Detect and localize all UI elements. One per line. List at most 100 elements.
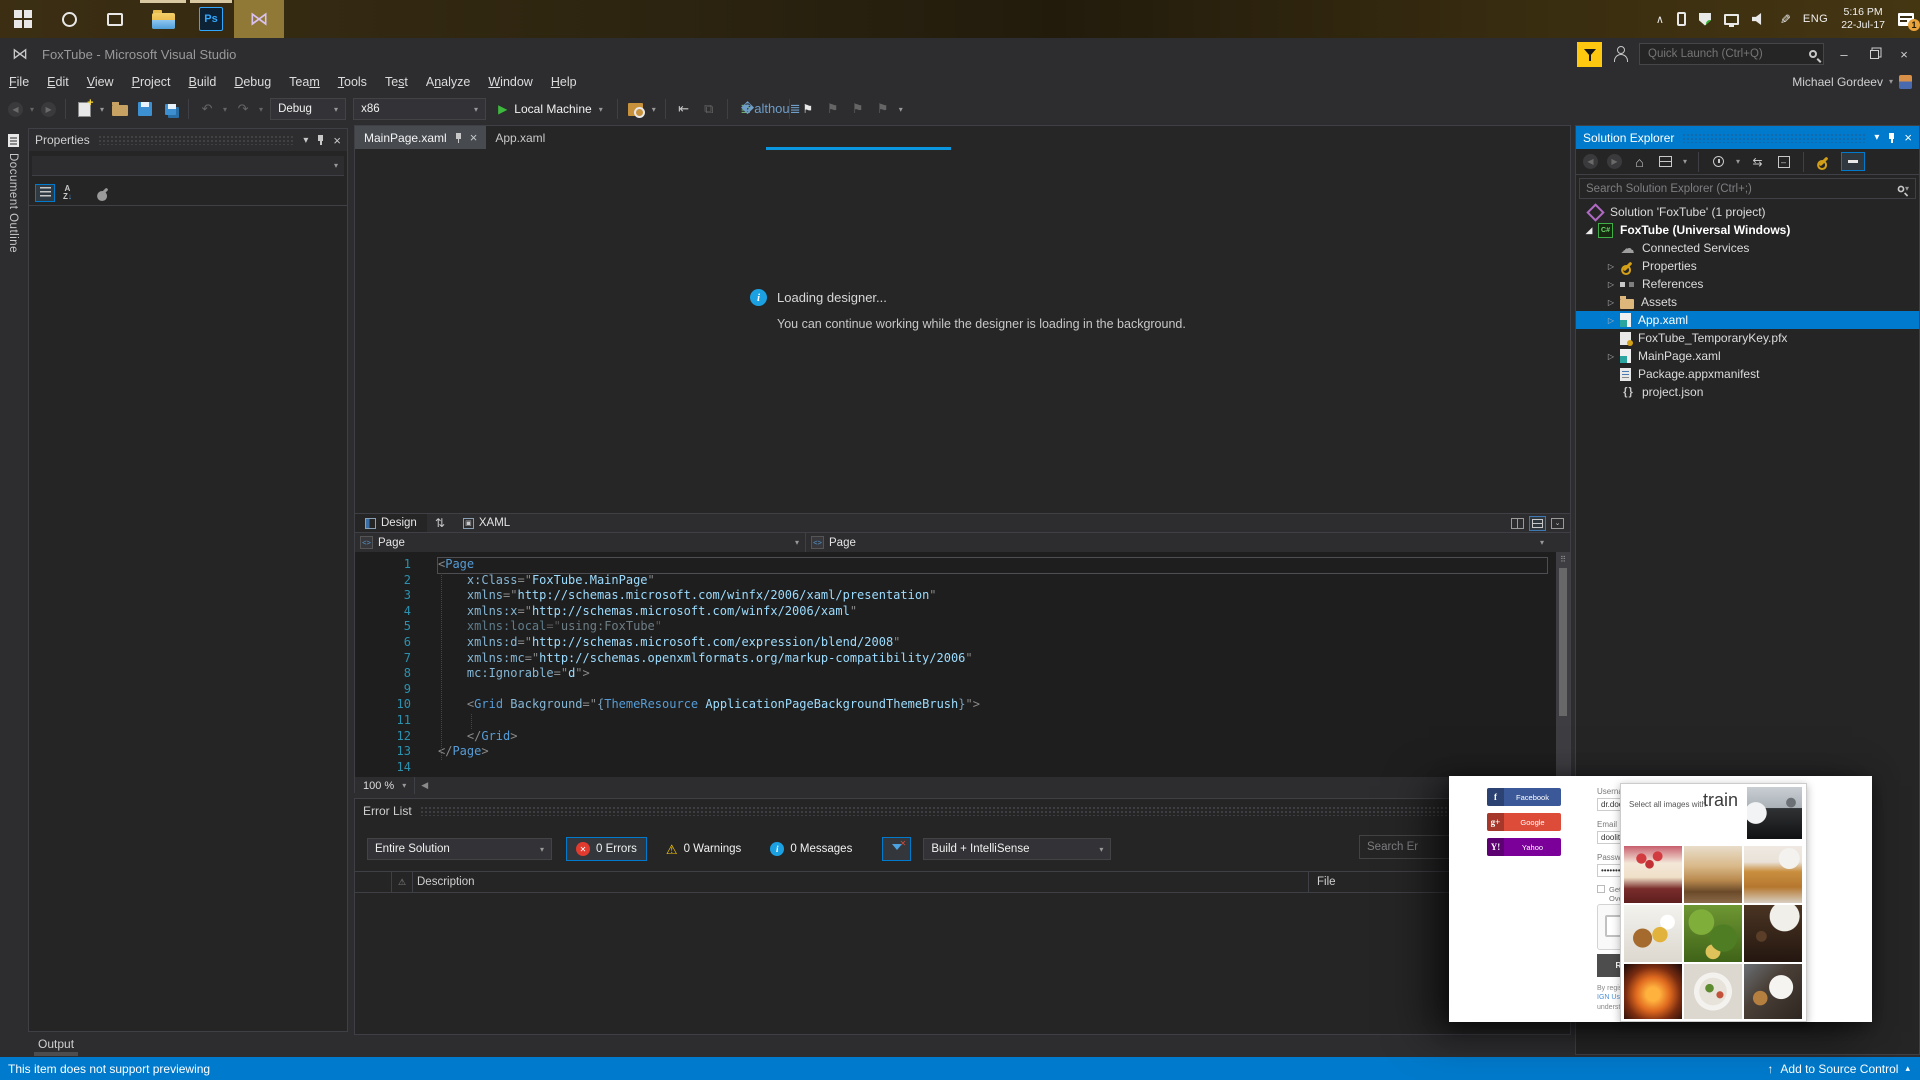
action-center-icon[interactable]: 1 — [1898, 12, 1920, 31]
tree-expander-icon[interactable]: ▷ — [1602, 316, 1620, 325]
menu-build[interactable]: Build — [180, 73, 226, 91]
yahoo-login-button[interactable]: Y! Yahoo — [1487, 838, 1561, 856]
tree-expander-icon[interactable]: ▷ — [1602, 262, 1620, 271]
task-view-button[interactable] — [92, 0, 138, 38]
undo-dropdown-icon[interactable]: ▾ — [223, 105, 227, 114]
property-pages-icon[interactable] — [98, 187, 109, 198]
tray-expand-icon[interactable]: ∧ — [1656, 13, 1664, 26]
captcha-image-vegetable-salad-bowl[interactable] — [1684, 964, 1742, 1019]
collapse-pane-icon[interactable]: ⌄ — [1551, 517, 1564, 529]
navigate-forward-button[interactable]: ▶ — [41, 101, 57, 117]
document-tab-mainpage.xaml[interactable]: MainPage.xaml × — [355, 126, 487, 149]
tree-expander-icon[interactable]: ◢ — [1580, 225, 1598, 236]
window-position-dropdown-icon[interactable]: ▾ — [1874, 132, 1879, 143]
display-icon[interactable] — [1723, 13, 1739, 27]
save-all-button[interactable] — [161, 100, 179, 118]
code-line[interactable]: 13 </Page> — [355, 744, 1570, 760]
menu-edit[interactable]: Edit — [38, 73, 78, 91]
tree-item-foxtube-universal-windows-[interactable]: ◢ FoxTube (Universal Windows) — [1576, 221, 1919, 239]
tree-expander-icon[interactable]: ▷ — [1602, 280, 1620, 289]
vertical-split-icon[interactable] — [1511, 517, 1524, 529]
menu-debug[interactable]: Debug — [225, 73, 280, 91]
code-line[interactable]: 5 xmlns:local="using:FoxTube" — [355, 619, 1570, 635]
pin-icon[interactable] — [316, 134, 325, 146]
scope-filter-combobox[interactable]: Entire Solution ▾ — [367, 838, 552, 860]
increase-indent-button[interactable]: �althou≣ — [741, 100, 801, 118]
tree-item-app-xaml[interactable]: ▷ App.xaml — [1576, 311, 1919, 329]
code-line[interactable]: 9 — [355, 682, 1570, 698]
tree-item-project-json[interactable]: project.json — [1576, 383, 1919, 401]
toolbar-overflow-icon[interactable]: ▾ — [899, 105, 903, 114]
tree-item-properties[interactable]: ▷ Properties — [1576, 257, 1919, 275]
menu-test[interactable]: Test — [376, 73, 417, 91]
tree-item-assets[interactable]: ▷ Assets — [1576, 293, 1919, 311]
swap-panes-icon[interactable]: ⇅ — [427, 516, 453, 530]
save-button[interactable] — [136, 100, 154, 118]
user-avatar[interactable] — [1899, 74, 1912, 89]
column-description[interactable]: Description — [413, 876, 1008, 888]
forward-button[interactable]: ▶ — [1607, 154, 1622, 169]
captcha-image-glowing-fruit-basket[interactable] — [1624, 964, 1682, 1019]
speaker-icon[interactable] — [1751, 13, 1762, 25]
tab-xaml[interactable]: ▣ XAML — [453, 514, 520, 532]
output-tab[interactable]: Output — [34, 1035, 79, 1056]
column-file[interactable]: File — [1309, 876, 1336, 888]
editor-vertical-scrollbar[interactable]: ⠿ — [1556, 552, 1570, 777]
alphabetical-sort-button[interactable]: A Z↓ — [63, 184, 72, 201]
new-dropdown-icon[interactable]: ▾ — [100, 105, 104, 114]
feedback-flag-button[interactable] — [1577, 41, 1602, 67]
menu-view[interactable]: View — [78, 73, 123, 91]
configuration-combobox[interactable]: Debug ▾ — [270, 98, 347, 120]
start-button[interactable] — [0, 0, 46, 38]
preview-selected-items-button[interactable] — [1841, 152, 1866, 171]
back-button[interactable]: ◀ — [1583, 154, 1598, 169]
tree-item-foxtube-temporarykey-pfx[interactable]: FoxTube_TemporaryKey.pfx — [1576, 329, 1919, 347]
find-in-files-button[interactable] — [627, 100, 646, 118]
close-button[interactable]: × — [1894, 47, 1914, 62]
cortana-button[interactable] — [46, 0, 92, 38]
redo-dropdown-icon[interactable]: ▾ — [259, 105, 263, 114]
previous-bookmark-button[interactable]: ⚑ — [824, 100, 842, 118]
security-shield-icon[interactable] — [1698, 12, 1711, 26]
captcha-image-coffee-beans[interactable] — [1744, 905, 1802, 962]
tree-expander-icon[interactable]: ▷ — [1602, 352, 1620, 361]
code-line[interactable]: 8 mc:Ignorable="d"> — [355, 666, 1570, 682]
restore-button[interactable] — [1864, 47, 1884, 62]
visual-studio-taskbar-button[interactable]: ⋈ — [234, 0, 284, 38]
document-outline-tab[interactable]: Document Outline — [0, 128, 26, 358]
tree-item-mainpage-xaml[interactable]: ▷ MainPage.xaml — [1576, 347, 1919, 365]
menu-project[interactable]: Project — [123, 73, 180, 91]
captcha-image-coffee-cup-with-cookie[interactable] — [1744, 964, 1802, 1019]
home-icon[interactable]: ⌂ — [1631, 153, 1648, 170]
code-line[interactable]: 4 xmlns:x="http://schemas.microsoft.com/… — [355, 604, 1570, 620]
code-line[interactable]: 3 xmlns="http://schemas.microsoft.com/wi… — [355, 588, 1570, 604]
captcha-image-bread-pudding[interactable] — [1684, 846, 1742, 903]
pin-icon[interactable] — [454, 132, 463, 144]
splitter-grip-icon[interactable]: ⠿ — [1556, 552, 1570, 566]
file-explorer-button[interactable] — [138, 0, 188, 38]
navigate-back-button[interactable]: ◀ — [8, 101, 23, 117]
undo-button[interactable]: ↶ — [198, 100, 216, 118]
window-position-dropdown-icon[interactable]: ▾ — [303, 135, 308, 146]
sync-with-active-document-button[interactable]: ⇆ — [1749, 153, 1766, 170]
pen-icon[interactable]: ✎ — [1776, 14, 1792, 25]
tab-design[interactable]: Design — [355, 514, 427, 532]
code-line[interactable]: 1 <Page — [355, 557, 1570, 574]
code-line[interactable]: 7 xmlns:mc="http://schemas.openxmlformat… — [355, 651, 1570, 667]
tree-item-connected-services[interactable]: Connected Services — [1576, 239, 1919, 257]
menu-tools[interactable]: Tools — [329, 73, 376, 91]
user-dropdown-icon[interactable]: ▾ — [1889, 77, 1893, 86]
close-icon[interactable]: × — [333, 134, 341, 147]
panel-grip-texture[interactable] — [97, 135, 296, 145]
menu-help[interactable]: Help — [542, 73, 586, 91]
panel-grip-texture[interactable] — [419, 806, 1562, 816]
errors-filter-button[interactable]: 0 Errors — [566, 837, 647, 861]
next-bookmark-button[interactable]: ⚑ — [849, 100, 867, 118]
redo-button[interactable]: ↷ — [234, 100, 252, 118]
navigate-backward-code-button[interactable]: ⇤ — [675, 100, 693, 118]
clock[interactable]: 5:16 PM 22-Jul-17 — [1841, 6, 1885, 32]
chevron-down-icon[interactable]: ▾ — [1736, 157, 1740, 166]
menu-team[interactable]: Team — [280, 73, 329, 91]
tree-expander-icon[interactable]: ▷ — [1602, 298, 1620, 307]
scrollbar-thumb[interactable] — [1559, 568, 1567, 716]
